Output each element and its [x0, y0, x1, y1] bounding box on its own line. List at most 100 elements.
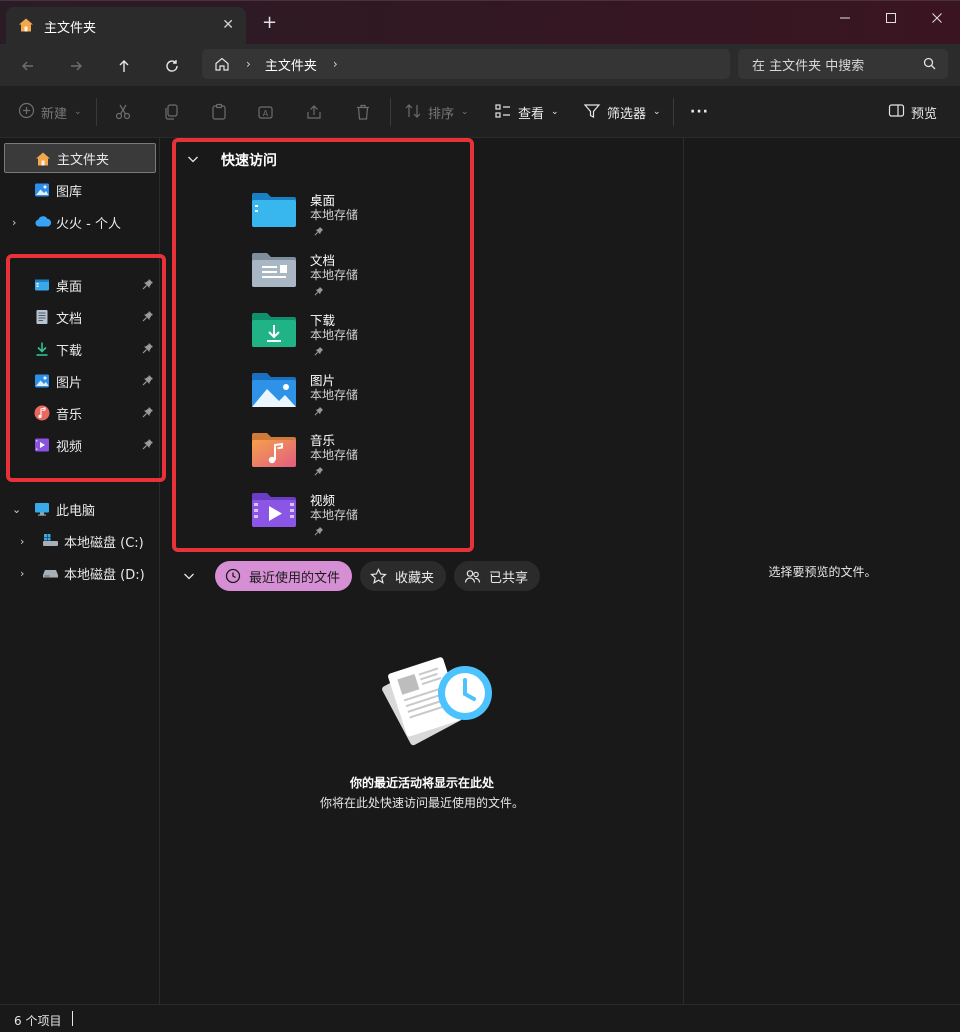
more-options-button[interactable]: ··· [690, 100, 709, 124]
minimize-button[interactable] [822, 7, 868, 29]
chevron-down-icon: ⌄ [74, 107, 82, 117]
status-divider [72, 1011, 73, 1026]
sidebar-item-downloads[interactable]: 下载 [4, 334, 156, 364]
recent-files-illustration-icon [375, 648, 495, 755]
address-bar[interactable]: › 主文件夹 › [202, 49, 730, 79]
rename-icon: A [258, 106, 273, 119]
rename-button[interactable]: A [257, 100, 275, 124]
quick-access-header[interactable]: 快速访问 [187, 150, 277, 170]
breadcrumb-separator[interactable]: › [246, 57, 251, 71]
quick-item-desktop[interactable]: 桌面 本地存储 [251, 190, 451, 246]
chevron-down-icon[interactable] [183, 570, 195, 582]
pin-icon[interactable] [142, 310, 154, 325]
back-button[interactable] [14, 52, 42, 80]
preview-pane: 选择要预览的文件。 [683, 138, 960, 1004]
chevron-down-icon[interactable] [187, 153, 199, 168]
desktop-folder-icon [251, 192, 297, 231]
chevron-down-icon[interactable]: ⌄ [12, 503, 21, 516]
tab-label: 已共享 [489, 570, 529, 586]
share-button[interactable] [305, 100, 323, 124]
documents-folder-icon [251, 252, 297, 291]
chevron-right-icon[interactable]: › [20, 567, 24, 580]
pin-icon[interactable] [142, 406, 154, 421]
sidebar-item-label: 本地磁盘 (C:) [64, 535, 144, 551]
maximize-button[interactable] [868, 7, 914, 29]
close-window-button[interactable] [914, 7, 960, 29]
pin-icon [314, 225, 324, 239]
sidebar-item-desktop[interactable]: 桌面 [4, 270, 156, 300]
gallery-icon [34, 182, 50, 201]
breadcrumb-separator[interactable]: › [333, 57, 338, 71]
sidebar-item-this-pc[interactable]: ⌄ 此电脑 [4, 494, 156, 524]
toolbar-divider [673, 98, 674, 126]
tab-close-icon[interactable]: ✕ [222, 17, 234, 33]
sidebar-item-drive-c[interactable]: › 本地磁盘 (C:) [4, 526, 156, 556]
quick-item-downloads[interactable]: 下载 本地存储 [251, 310, 451, 366]
quick-item-music[interactable]: 音乐 本地存储 [251, 430, 451, 486]
refresh-button[interactable] [158, 52, 186, 80]
sidebar-item-gallery[interactable]: 图库 [4, 175, 156, 205]
tab-shared[interactable]: 已共享 [454, 561, 541, 591]
sidebar-item-home[interactable]: 主文件夹 [4, 143, 156, 173]
preview-pane-button[interactable]: 预览 [888, 100, 937, 124]
tab-recent-files[interactable]: 最近使用的文件 [215, 561, 353, 591]
sidebar-item-drive-d[interactable]: › 本地磁盘 (D:) [4, 558, 156, 588]
desktop-icon [34, 277, 50, 296]
downloads-icon [34, 341, 50, 360]
sidebar-item-label: 主文件夹 [57, 152, 110, 168]
sort-icon [404, 102, 422, 123]
sidebar-item-documents[interactable]: 文档 [4, 302, 156, 332]
chevron-right-icon[interactable]: › [20, 535, 24, 548]
pictures-folder-icon [251, 372, 297, 411]
sidebar-item-pictures[interactable]: 图片 [4, 366, 156, 396]
sidebar-item-music[interactable]: 音乐 [4, 398, 156, 428]
quick-item-videos[interactable]: 视频 本地存储 [251, 490, 451, 546]
pin-icon[interactable] [142, 438, 154, 453]
up-button[interactable] [110, 52, 138, 80]
pin-icon[interactable] [142, 374, 154, 389]
quick-item-documents[interactable]: 文档 本地存储 [251, 250, 451, 306]
tab-home[interactable]: 主文件夹 ✕ [6, 7, 246, 45]
pin-icon[interactable] [142, 342, 154, 357]
pin-icon [314, 465, 324, 479]
filter-button[interactable]: 筛选器 ⌄ [583, 100, 661, 124]
copy-button[interactable] [162, 100, 180, 124]
home-icon[interactable] [214, 56, 230, 72]
pin-icon[interactable] [142, 278, 154, 293]
empty-state-title: 你的最近活动将显示在此处 [349, 776, 494, 790]
view-list-icon [494, 102, 512, 123]
sidebar-item-label: 火火 - 个人 [56, 216, 121, 232]
sort-button[interactable]: 排序 ⌄ [404, 100, 469, 124]
search-icon[interactable] [923, 57, 936, 73]
sidebar-item-onedrive[interactable]: › 火火 - 个人 [4, 207, 156, 237]
tab-label: 最近使用的文件 [249, 570, 341, 586]
pin-icon [314, 345, 324, 359]
forward-button[interactable] [62, 52, 90, 80]
navigation-pane: 主文件夹 图库 › 火火 - 个人 桌面 文档 下载 图片 音乐 视频 ⌄ 此电… [0, 138, 160, 1004]
sidebar-item-videos[interactable]: 视频 [4, 430, 156, 460]
sidebar-item-label: 此电脑 [56, 503, 96, 519]
search-placeholder: 在 主文件夹 中搜索 [752, 58, 865, 74]
tab-favorites[interactable]: 收藏夹 [360, 561, 447, 591]
new-button[interactable]: 新建 ⌄ [18, 100, 82, 124]
cut-button[interactable] [114, 100, 132, 124]
delete-button[interactable] [354, 100, 372, 124]
paste-button[interactable] [210, 100, 228, 124]
sidebar-item-label: 图库 [56, 184, 83, 200]
breadcrumb[interactable]: 主文件夹 [265, 55, 317, 74]
quick-item-location: 本地存储 [310, 268, 359, 282]
new-label: 新建 [41, 106, 68, 122]
sidebar-item-label: 文档 [56, 311, 83, 327]
chevron-down-icon: ⌄ [551, 107, 559, 117]
view-button[interactable]: 查看 ⌄ [494, 100, 559, 124]
navigation-bar: › 主文件夹 › 在 主文件夹 中搜索 [0, 44, 960, 86]
sidebar-item-label: 本地磁盘 (D:) [64, 567, 145, 583]
chevron-down-icon: ⌄ [653, 107, 661, 117]
documents-icon [34, 309, 50, 328]
command-bar: 新建 ⌄ A 排序 ⌄ 查看 ⌄ 筛选器 ⌄ ··· 预览 [0, 86, 960, 138]
sidebar-item-label: 音乐 [56, 407, 83, 423]
chevron-right-icon[interactable]: › [12, 216, 16, 229]
quick-item-pictures[interactable]: 图片 本地存储 [251, 370, 451, 426]
new-tab-button[interactable]: + [262, 13, 277, 33]
search-input[interactable]: 在 主文件夹 中搜索 [738, 49, 948, 79]
